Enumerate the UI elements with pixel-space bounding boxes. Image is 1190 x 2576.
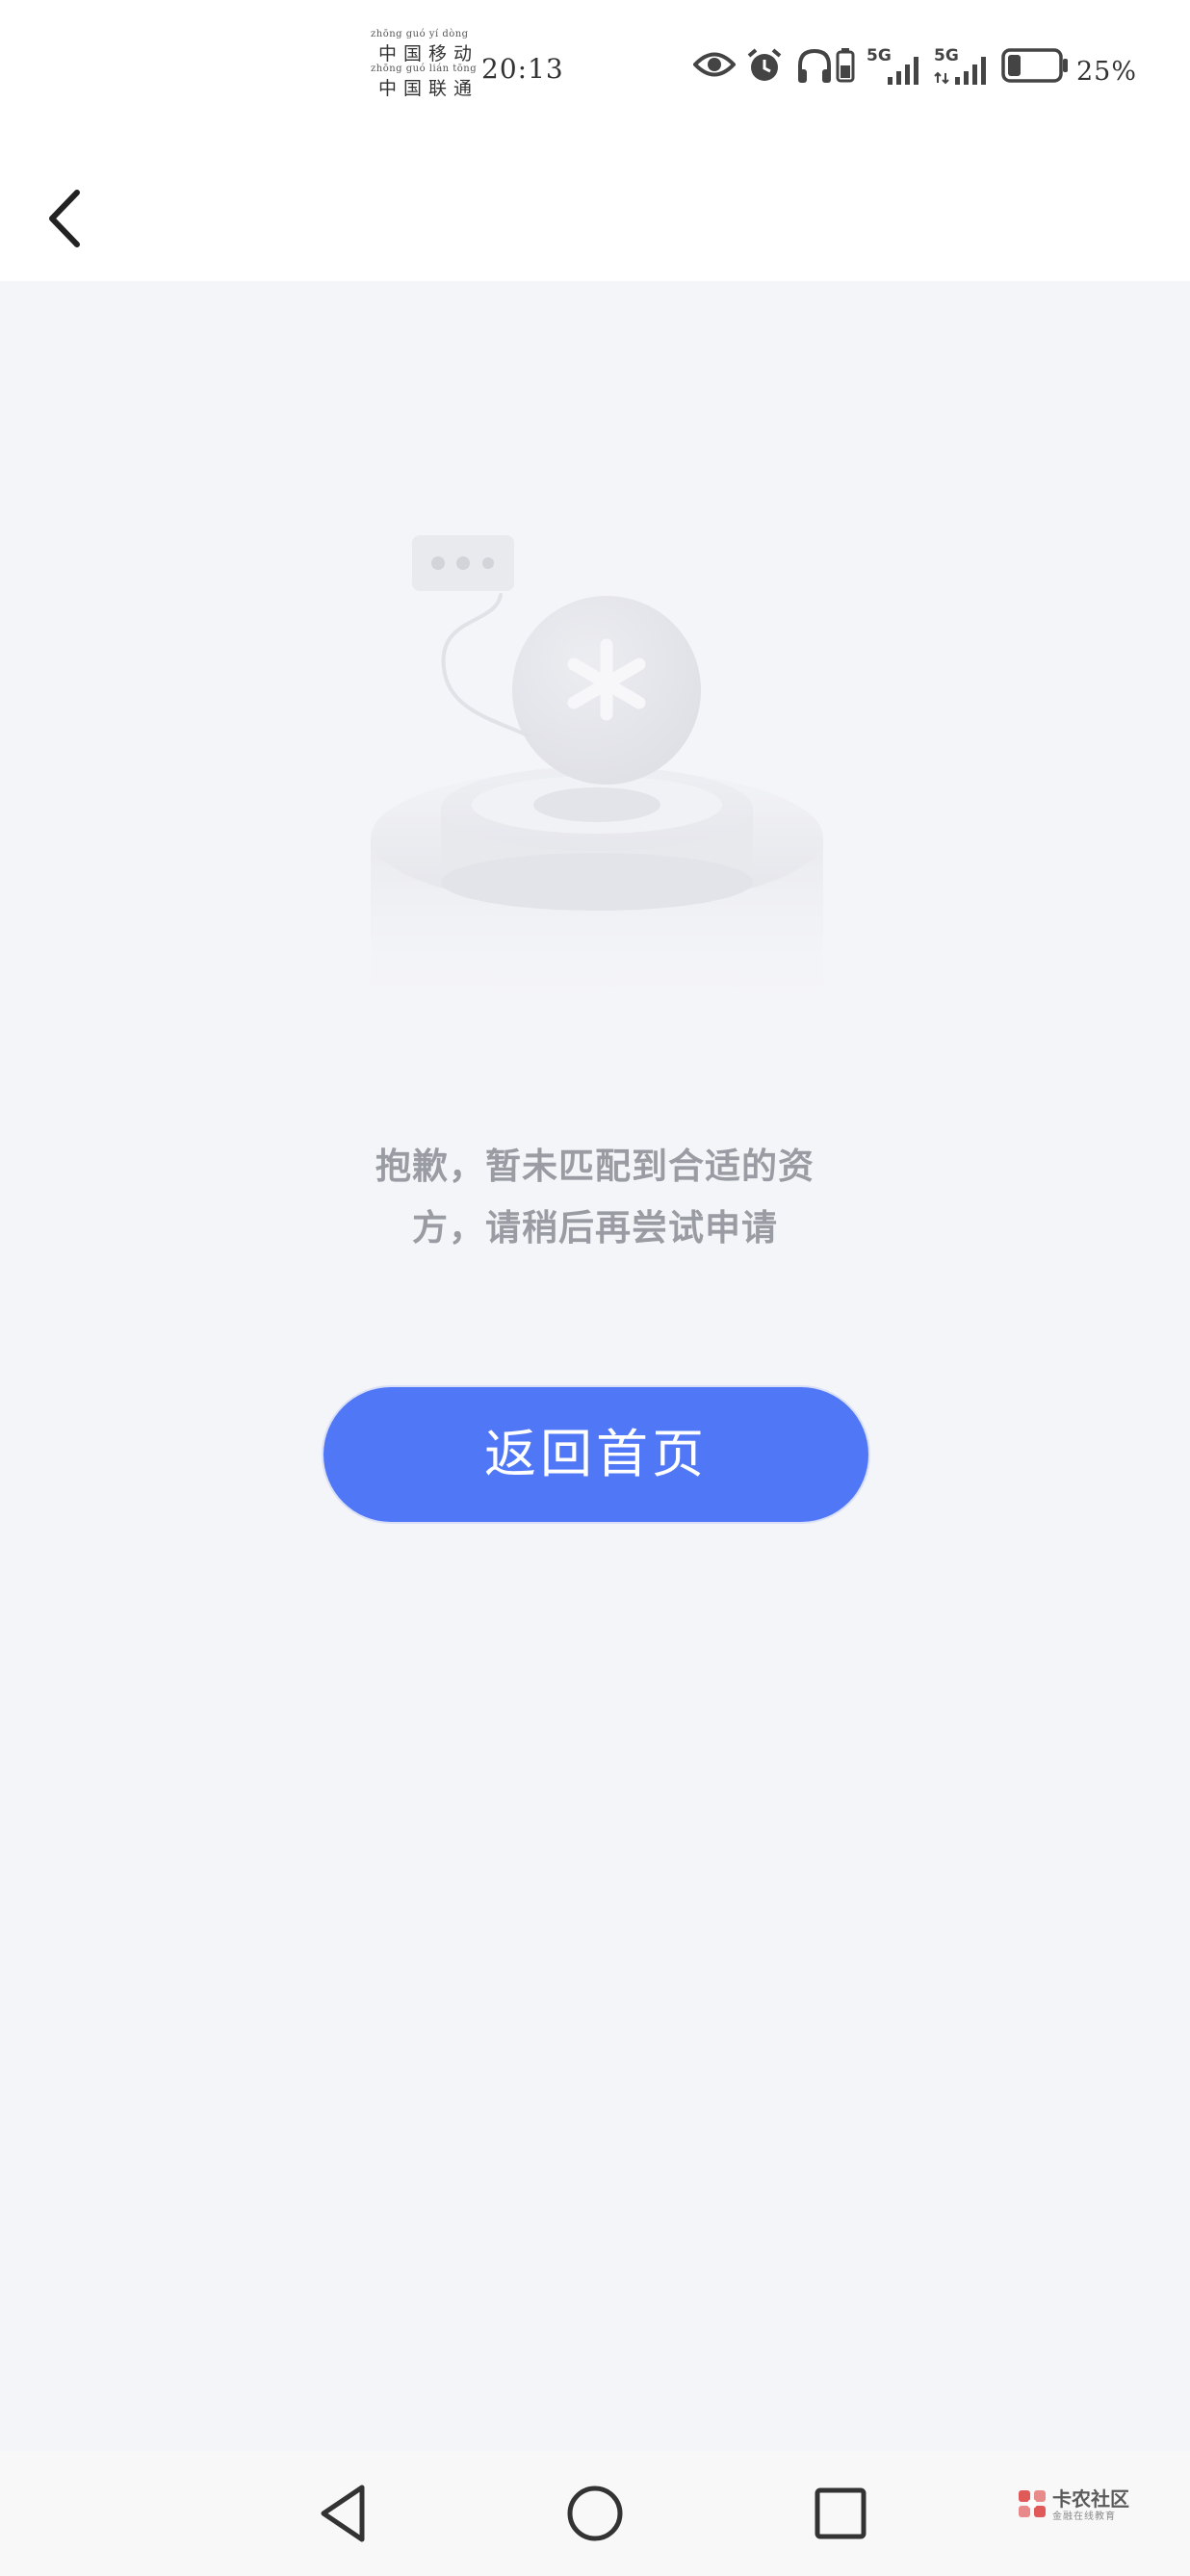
network-2-label: 5G: [934, 46, 959, 65]
carrier-1-name: 中国移动: [378, 43, 479, 64]
system-back-button[interactable]: [312, 2480, 379, 2547]
signal-5g-icon: 5G: [934, 46, 986, 85]
back-button[interactable]: [29, 164, 125, 260]
network-1-label: 5G: [867, 46, 892, 65]
circle-home-icon: [567, 2486, 623, 2541]
empty-match-illustration: [371, 535, 823, 1020]
clock: 20:13: [481, 53, 564, 85]
carrier-2-pinyin: zhōng guó lián tōng: [371, 64, 478, 74]
kanong-logo-icon: [1019, 2490, 1046, 2517]
alarm-icon: [747, 48, 782, 81]
carrier-1: zhōng guó yí dòng 中国移动: [371, 29, 479, 64]
battery-percentage: 25%: [1076, 57, 1138, 87]
carrier-info: zhōng guó yí dòng 中国移动 zhōng guó lián tō…: [371, 29, 479, 99]
battery-icon: [1001, 48, 1068, 83]
status-bar: zhōng guó yí dòng 中国移动 zhōng guó lián tō…: [0, 0, 1190, 144]
nav-bar: [0, 144, 1190, 281]
system-nav-bar: 卡农社区 金融在线教育: [0, 2451, 1190, 2576]
system-recents-button[interactable]: [807, 2480, 874, 2547]
return-home-button[interactable]: 返回首页: [323, 1387, 868, 1522]
screen: zhōng guó yí dòng 中国移动 zhōng guó lián tō…: [0, 0, 1190, 2576]
system-home-button[interactable]: [561, 2480, 629, 2547]
watermark: 卡农社区 金融在线教育: [1016, 2484, 1151, 2526]
watermark-subtitle: 金融在线教育: [1052, 2512, 1116, 2522]
eye-comfort-icon: [693, 52, 736, 77]
message-line-2: 方，请稍后再尝试申请: [412, 1207, 778, 1249]
signal-5g-icon: 5G: [867, 46, 918, 85]
carrier-2: zhōng guó lián tōng 中国联通: [371, 64, 479, 99]
chevron-left-icon: [49, 190, 80, 247]
carrier-1-pinyin: zhōng guó yí dòng: [371, 29, 469, 39]
headphones-icon: [798, 48, 831, 83]
carrier-2-name: 中国联通: [378, 78, 479, 99]
message-line-1: 抱歉，暂未匹配到合适的资: [375, 1146, 815, 1187]
triangle-back-icon: [321, 2485, 365, 2542]
vibrate-battery-icon: [836, 48, 855, 83]
square-recents-icon: [815, 2487, 867, 2539]
no-match-message: 抱歉，暂未匹配到合适的资 方，请稍后再尝试申请: [306, 1136, 884, 1259]
